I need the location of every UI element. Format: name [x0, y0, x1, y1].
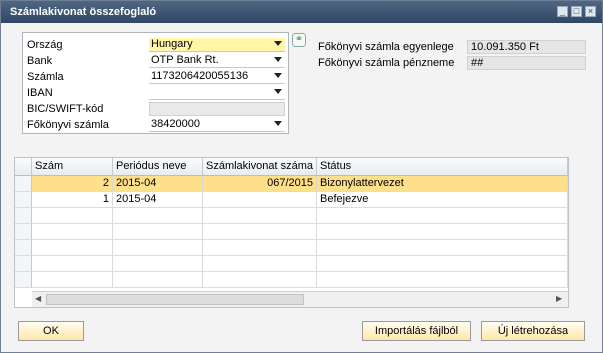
table-cell-statement[interactable] [203, 192, 317, 208]
table-cell[interactable] [32, 256, 113, 272]
bank-row: Bank OTP Bank Rt. [23, 53, 288, 69]
iban-label: IBAN [27, 87, 53, 99]
account-value: 1173206420055136 [151, 70, 249, 82]
iban-row: IBAN [23, 85, 288, 101]
close-icon[interactable]: × [585, 6, 596, 17]
table-cell[interactable] [317, 224, 568, 240]
gl-account-row: Főkönyvi számla 38420000 [23, 117, 288, 133]
bic-row: BIC/SWIFT-kód [23, 101, 288, 117]
table-cell[interactable] [113, 240, 203, 256]
table-cell[interactable] [113, 272, 203, 288]
iban-dropdown[interactable] [149, 86, 285, 100]
table-cell[interactable] [113, 208, 203, 224]
scroll-thumb[interactable] [46, 294, 304, 305]
table-cell-number[interactable]: 2 [32, 176, 113, 192]
country-dropdown[interactable]: Hungary [149, 38, 285, 52]
table-cell[interactable] [113, 256, 203, 272]
create-new-button[interactable]: Új létrehozása [481, 321, 585, 341]
maximize-icon[interactable]: □ [571, 6, 582, 17]
table-cell[interactable] [113, 224, 203, 240]
country-row: Ország Hungary [23, 37, 288, 53]
gl-currency-field: ## [467, 56, 586, 70]
bic-label: BIC/SWIFT-kód [27, 103, 104, 115]
gl-account-dropdown[interactable]: 38420000 [149, 118, 285, 132]
chevron-down-icon[interactable] [274, 41, 282, 46]
horizontal-scrollbar[interactable]: ◀ ▶ [32, 291, 568, 307]
link-icon[interactable]: ⚭ [292, 33, 306, 47]
bank-dropdown[interactable]: OTP Bank Rt. [149, 54, 285, 68]
table-cell[interactable] [32, 224, 113, 240]
chevron-down-icon[interactable] [274, 73, 282, 78]
table-cell-status[interactable]: Befejezve [317, 192, 568, 208]
row-selector[interactable] [15, 176, 32, 192]
title-bar: Számlakivonat összefoglaló _ □ × [1, 1, 602, 23]
bank-account-group: Ország Hungary Bank OTP Bank Rt. Számla … [22, 32, 289, 134]
table-cell[interactable] [317, 272, 568, 288]
country-label: Ország [27, 39, 63, 51]
gl-account-value: 38420000 [151, 118, 200, 130]
bank-label: Bank [27, 55, 53, 67]
column-header-number[interactable]: Szám [32, 158, 113, 176]
row-selector[interactable] [15, 240, 32, 256]
bank-value: OTP Bank Rt. [151, 54, 219, 66]
row-selector[interactable] [15, 208, 32, 224]
column-header-status[interactable]: Státus [317, 158, 568, 176]
scroll-left-icon[interactable]: ◀ [35, 294, 41, 303]
table-cell[interactable] [317, 240, 568, 256]
bic-field [149, 102, 285, 116]
column-header-period[interactable]: Periódus neve [113, 158, 203, 176]
ok-button[interactable]: OK [18, 321, 84, 341]
table-cell[interactable] [203, 240, 317, 256]
table-cell[interactable] [203, 256, 317, 272]
chevron-down-icon[interactable] [274, 121, 282, 126]
row-selector[interactable] [15, 256, 32, 272]
column-header-statement[interactable]: Számlakivonat száma [203, 158, 317, 176]
statement-summary-window: Számlakivonat összefoglaló _ □ × Ország … [0, 0, 603, 353]
table-cell-period[interactable]: 2015-04 [113, 192, 203, 208]
chevron-down-icon[interactable] [274, 57, 282, 62]
table-cell[interactable] [32, 208, 113, 224]
table-cell[interactable] [203, 224, 317, 240]
row-selector[interactable] [15, 224, 32, 240]
row-selector[interactable] [15, 192, 32, 208]
gl-balance-field: 10.091.350 Ft [467, 40, 586, 54]
minimize-icon[interactable]: _ [557, 6, 568, 17]
table-cell-status[interactable]: Bizonylattervezet [317, 176, 568, 192]
account-label: Számla [27, 71, 64, 83]
gl-currency-label: Főkönyvi számla pénzneme [318, 57, 455, 69]
scroll-right-icon[interactable]: ▶ [556, 294, 562, 303]
gl-account-label: Főkönyvi számla [27, 119, 109, 131]
table-cell-period[interactable]: 2015-04 [113, 176, 203, 192]
window-title: Számlakivonat összefoglaló [10, 6, 157, 18]
table-cell[interactable] [317, 256, 568, 272]
table-cell[interactable] [203, 272, 317, 288]
table-cell-number[interactable]: 1 [32, 192, 113, 208]
country-value: Hungary [151, 38, 193, 50]
table-cell-statement[interactable]: 067/2015 [203, 176, 317, 192]
row-selector[interactable] [15, 272, 32, 288]
table-cell[interactable] [32, 240, 113, 256]
table-cell[interactable] [203, 208, 317, 224]
gl-balance-label: Főkönyvi számla egyenlege [318, 41, 454, 53]
account-dropdown[interactable]: 1173206420055136 [149, 70, 285, 84]
account-row: Számla 1173206420055136 [23, 69, 288, 85]
table-cell[interactable] [317, 208, 568, 224]
import-from-file-button[interactable]: Importálás fájlból [362, 321, 471, 341]
table-cell[interactable] [32, 272, 113, 288]
statements-grid: Szám Periódus neve Számlakivonat száma S… [14, 157, 569, 308]
chevron-down-icon[interactable] [274, 89, 282, 94]
vertical-scrollbar[interactable]: ▲ ▼ [568, 176, 569, 294]
row-header-corner [15, 158, 32, 176]
